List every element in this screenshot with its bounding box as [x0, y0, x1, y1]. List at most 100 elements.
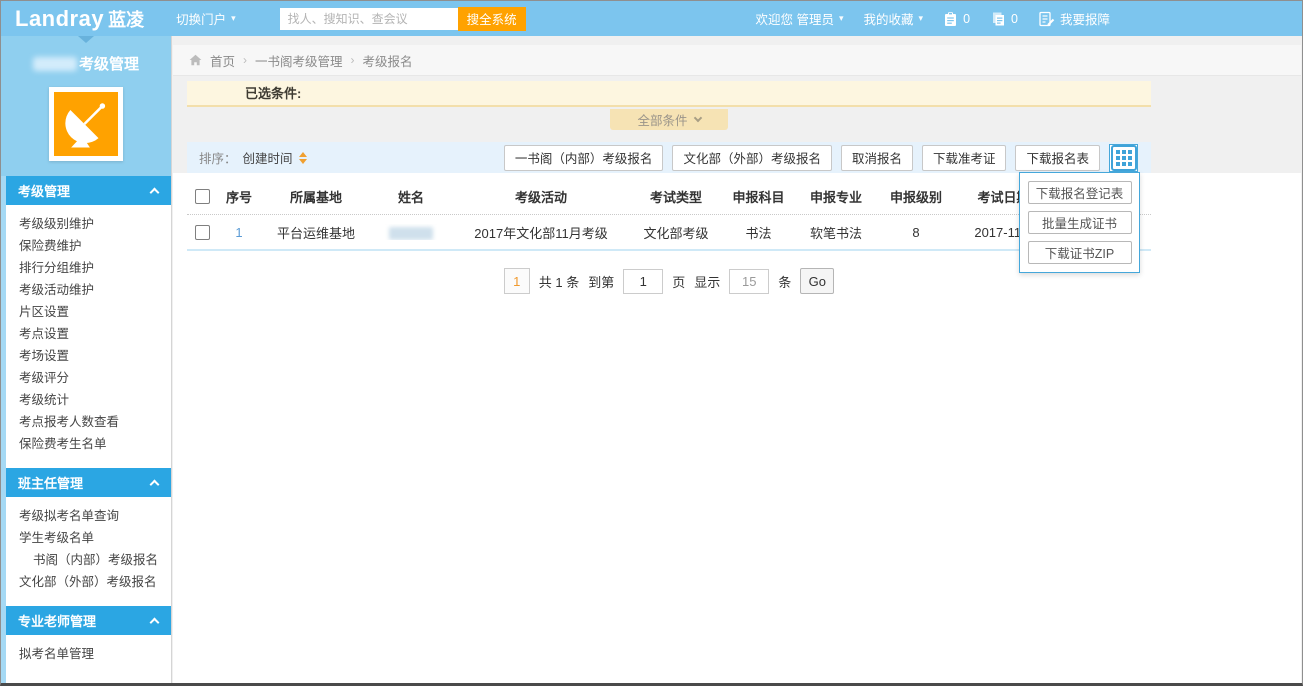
sidebar-item[interactable]: 考点报考人数查看	[6, 411, 171, 433]
chevron-up-icon	[150, 479, 160, 489]
app-icon[interactable]	[49, 87, 123, 161]
portal-switch-menu[interactable]: 切换门户 ▾	[176, 9, 236, 28]
clipboard-icon	[943, 11, 958, 27]
culture-external-signup-button[interactable]: 文化部（外部）考级报名	[672, 145, 832, 171]
sidebar-item[interactable]: 考场设置	[6, 345, 171, 367]
download-admission-ticket-button[interactable]: 下载准考证	[922, 145, 1007, 171]
sidebar-item[interactable]: 学生考级名单	[6, 527, 171, 549]
favorites-menu[interactable]: 我的收藏 ▾	[864, 9, 924, 28]
breadcrumb-separator: ›	[243, 53, 247, 67]
sidebar-section-items: 考级级别维护 保险费维护 排行分组维护 考级活动维护 片区设置 考点设置 考场设…	[6, 205, 171, 466]
sidebar-item[interactable]: 文化部（外部）考级报名	[6, 571, 171, 593]
download-signup-form-button[interactable]: 下载报名表	[1015, 145, 1100, 171]
satellite-dish-icon	[61, 99, 111, 149]
caret-down-icon: ▾	[231, 14, 236, 23]
more-actions-grid-button[interactable]	[1109, 144, 1138, 172]
show-label: 显示	[694, 272, 720, 291]
sidebar-item[interactable]: 考级拟考名单查询	[6, 505, 171, 527]
row-seq-link[interactable]: 1	[235, 225, 242, 240]
topbar: Landray 蓝凌 切换门户 ▾ 搜全系统 欢迎您 管理员 ▾ 我的收藏 ▾	[1, 1, 1302, 36]
table-row[interactable]: 1 平台运维基地 2017年文化部11月考级 文化部考级 书法 软笔书法 8 2…	[187, 215, 1151, 251]
sidebar-section-pro-teacher[interactable]: 专业老师管理	[6, 606, 171, 635]
copy-pages-icon	[990, 11, 1006, 27]
col-subject: 申报科目	[721, 187, 796, 206]
sort-label: 排序：	[199, 148, 237, 167]
sidebar-section-exam-management[interactable]: 考级管理	[6, 176, 171, 205]
batch-generate-certificate-button[interactable]: 批量生成证书	[1028, 211, 1132, 234]
global-search-input[interactable]	[280, 8, 458, 30]
logo-text-en: Landray	[15, 6, 104, 32]
user-menu[interactable]: 欢迎您 管理员 ▾	[756, 9, 844, 28]
sidebar-item[interactable]: 片区设置	[6, 301, 171, 323]
page-size-input[interactable]	[729, 269, 769, 294]
cell-subject: 书法	[721, 223, 796, 242]
breadcrumb-level1[interactable]: 一书阁考级管理	[255, 51, 343, 70]
breadcrumb-level2[interactable]: 考级报名	[363, 51, 413, 70]
sidebar-item[interactable]: 考级评分	[6, 367, 171, 389]
sort-field-created-time[interactable]: 创建时间	[243, 148, 293, 167]
sort-control: 排序： 创建时间	[199, 148, 307, 167]
sort-direction-toggle[interactable]	[299, 152, 307, 164]
cancel-signup-button[interactable]: 取消报名	[841, 145, 913, 171]
sort-desc-icon	[299, 159, 307, 164]
selected-conditions-label: 已选条件:	[245, 86, 301, 101]
grid-icon	[1111, 145, 1137, 171]
sidebar-menu: 考级管理 考级级别维护 保险费维护 排行分组维护 考级活动维护 片区设置 考点设…	[1, 176, 171, 683]
page-1-button[interactable]: 1	[504, 268, 530, 294]
portal-switch-label: 切换门户	[176, 9, 226, 28]
chevron-down-icon	[693, 114, 701, 122]
shuge-internal-signup-button[interactable]: 一书阁（内部）考级报名	[504, 145, 664, 171]
topbar-right: 欢迎您 管理员 ▾ 我的收藏 ▾ 0	[756, 9, 1110, 28]
doc-counter[interactable]: 0	[990, 11, 1018, 27]
caret-down-icon: ▾	[839, 14, 844, 23]
sidebar-section-items: 拟考名单管理	[6, 635, 171, 676]
sidebar-section-head-teacher[interactable]: 班主任管理	[6, 468, 171, 497]
chevron-up-icon	[150, 187, 160, 197]
sidebar-item[interactable]: 排行分组维护	[6, 257, 171, 279]
signup-table: 序号 所属基地 姓名 考级活动 考试类型 申报科目 申报专业 申报级别 考试日期…	[187, 179, 1151, 251]
report-fault-label: 我要报障	[1060, 9, 1110, 28]
all-conditions-toggle[interactable]: 全部条件	[610, 109, 728, 130]
active-portal-notch	[78, 36, 94, 43]
go-button[interactable]: Go	[800, 268, 834, 294]
sidebar-item[interactable]: 保险费考生名单	[6, 433, 171, 455]
toolbar-buttons: 一书阁（内部）考级报名 文化部（外部）考级报名 取消报名 下载准考证 下载报名表	[504, 144, 1138, 172]
cell-major: 软笔书法	[796, 223, 876, 242]
sidebar-item[interactable]: 书阁（内部）考级报名	[6, 549, 171, 571]
size-unit-label: 条	[778, 272, 791, 291]
col-level: 申报级别	[876, 187, 956, 206]
sort-asc-icon	[299, 152, 307, 157]
col-name: 姓名	[371, 187, 451, 206]
sidebar-item[interactable]: 考级级别维护	[6, 213, 171, 235]
col-activity: 考级活动	[451, 187, 631, 206]
col-seq: 序号	[217, 187, 261, 206]
search-all-button[interactable]: 搜全系统	[458, 7, 526, 31]
chevron-up-icon	[150, 617, 160, 627]
sidebar-item[interactable]: 考级统计	[6, 389, 171, 411]
download-certificate-zip-button[interactable]: 下载证书ZIP	[1028, 241, 1132, 264]
todo-counter[interactable]: 0	[943, 11, 970, 27]
landray-logo[interactable]: Landray 蓝凌	[15, 6, 144, 32]
table-header-row: 序号 所属基地 姓名 考级活动 考试类型 申报科目 申报专业 申报级别 考试日期	[187, 179, 1151, 215]
caret-down-icon: ▾	[919, 14, 924, 23]
list-toolbar: 排序： 创建时间 一书阁（内部）考级报名 文化部（外部）考级报名 取消报名 下载…	[187, 142, 1151, 173]
cell-activity: 2017年文化部11月考级	[451, 223, 631, 242]
page-number-input[interactable]	[623, 269, 663, 294]
report-fault[interactable]: 我要报障	[1038, 9, 1110, 28]
row-checkbox[interactable]	[195, 225, 210, 240]
all-conditions-row: 全部条件	[187, 109, 1151, 130]
sidebar-item[interactable]: 保险费维护	[6, 235, 171, 257]
goto-label: 到第	[588, 272, 614, 291]
download-registration-form-button[interactable]: 下载报名登记表	[1028, 181, 1132, 204]
global-search: 搜全系统	[280, 7, 526, 31]
doc-count: 0	[1011, 12, 1018, 26]
sidebar-item[interactable]: 拟考名单管理	[6, 643, 171, 665]
home-icon	[189, 54, 202, 66]
sidebar-item[interactable]: 考级活动维护	[6, 279, 171, 301]
more-actions-dropdown: 下载报名登记表 批量生成证书 下载证书ZIP	[1019, 172, 1140, 273]
select-all-checkbox[interactable]	[195, 189, 210, 204]
breadcrumb-home[interactable]: 首页	[210, 51, 235, 70]
page-unit-label: 页	[672, 272, 685, 291]
selected-conditions-banner: 已选条件:	[187, 81, 1151, 107]
sidebar-item[interactable]: 考点设置	[6, 323, 171, 345]
